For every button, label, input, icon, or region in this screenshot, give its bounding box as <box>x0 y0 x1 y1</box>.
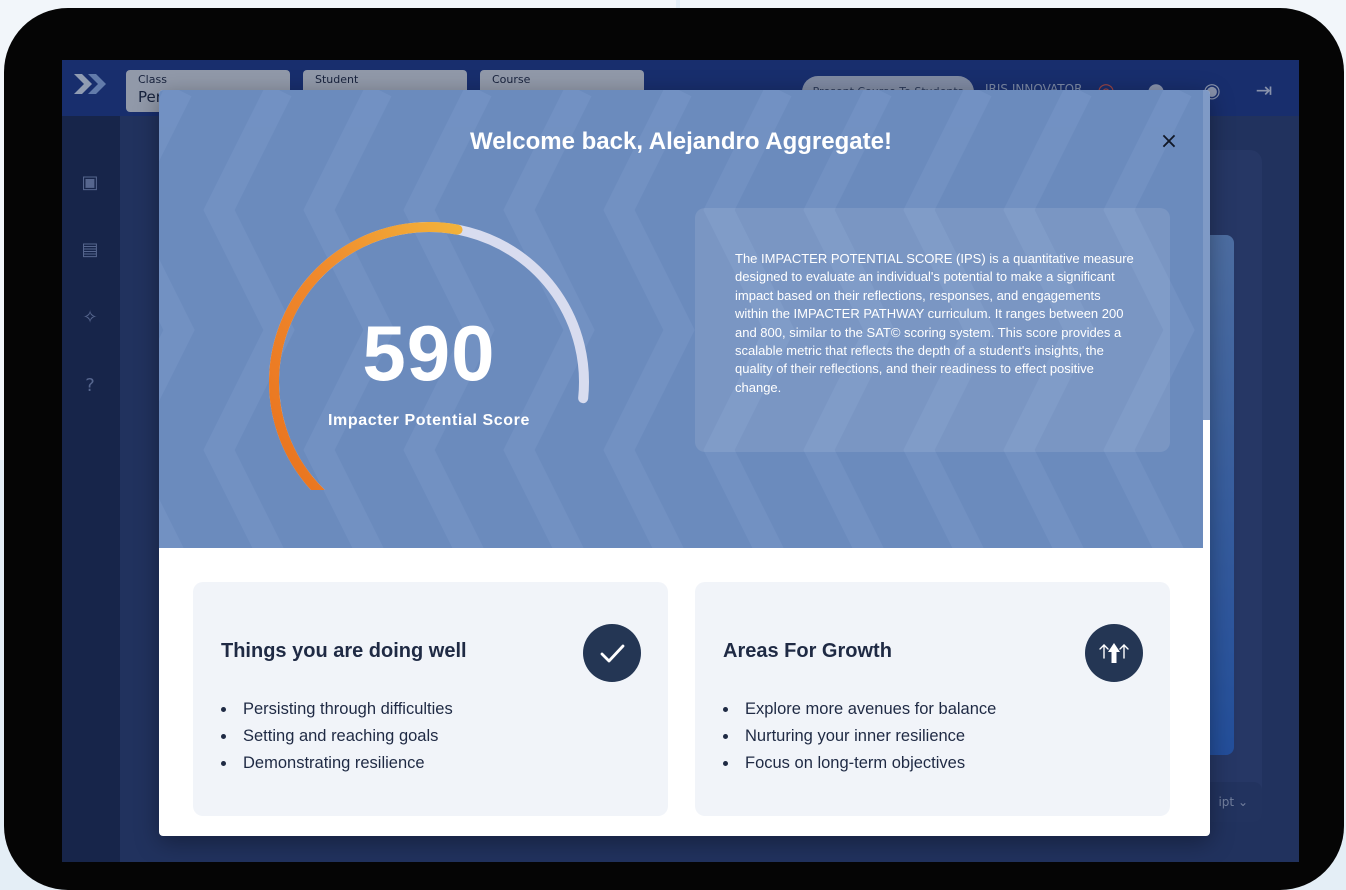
score-description-box: The IMPACTER POTENTIAL SCORE (IPS) is a … <box>695 208 1170 452</box>
modal-header-section: Welcome back, Alejandro Aggregate! × 590… <box>159 90 1203 548</box>
score-value: 590 <box>362 309 496 397</box>
score-description: The IMPACTER POTENTIAL SCORE (IPS) is a … <box>735 251 1134 395</box>
score-label: Impacter Potential Score <box>327 412 531 429</box>
growth-card: Areas For Growth Explore more avenues fo… <box>695 582 1170 816</box>
growth-arrows-icon <box>1085 624 1143 682</box>
growth-list: Explore more avenues for balance Nurturi… <box>723 696 996 777</box>
strengths-card: Things you are doing well Persisting thr… <box>193 582 668 816</box>
tablet-screen: Class Per Student Course Present Course … <box>62 60 1299 862</box>
tablet-frame: Class Per Student Course Present Course … <box>4 8 1344 890</box>
list-item: Explore more avenues for balance <box>723 696 996 723</box>
list-item: Setting and reaching goals <box>221 723 453 750</box>
list-item: Persisting through difficulties <box>221 696 453 723</box>
modal-title: Welcome back, Alejandro Aggregate! <box>470 128 892 155</box>
check-icon <box>583 624 641 682</box>
strengths-title: Things you are doing well <box>221 640 467 662</box>
list-item: Focus on long-term objectives <box>723 750 996 777</box>
list-item: Demonstrating resilience <box>221 750 453 777</box>
growth-title: Areas For Growth <box>723 640 892 662</box>
welcome-modal: Welcome back, Alejandro Aggregate! × 590… <box>159 90 1210 836</box>
list-item: Nurturing your inner resilience <box>723 723 996 750</box>
close-icon[interactable]: × <box>1155 128 1183 156</box>
strengths-list: Persisting through difficulties Setting … <box>221 696 453 777</box>
modal-scrollbar[interactable] <box>1203 90 1210 420</box>
